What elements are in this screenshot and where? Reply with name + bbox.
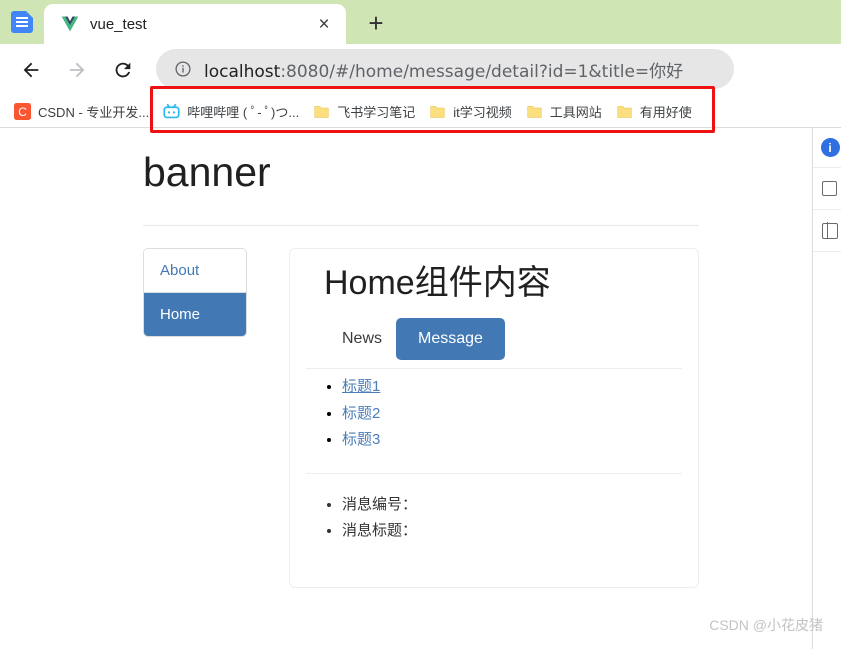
vue-logo-icon [60,14,80,34]
message-link-3[interactable]: 标题3 [342,431,380,448]
bilibili-icon [163,103,180,120]
url-host: localhost [204,61,281,82]
side-panel-split-item[interactable] [813,210,841,252]
url-path: :8080/#/home/message/detail?id=1&title=你… [280,61,684,82]
folder-icon [313,103,330,120]
split-panel-icon [821,221,838,239]
new-tab-button[interactable]: + [358,5,394,41]
content-row: About Home Home组件内容 News Message • 标题1 •… [143,248,699,589]
page-container: banner About Home Home组件内容 News Message … [143,128,699,589]
list-item: 标题2 [342,402,682,427]
bookmark-folder[interactable]: 工具网站 [520,99,610,124]
reload-button[interactable] [105,52,141,88]
side-panel: i [812,128,841,649]
side-panel-square-item[interactable] [813,168,841,210]
address-bar[interactable]: localhost:8080/#/home/message/detail?id=… [156,49,734,89]
watermark: CSDN @小花皮猪 [709,617,823,633]
tabs-divider [306,367,682,369]
list-item: 标题3 [342,428,682,453]
page-title: banner [143,149,271,195]
reload-arrow-icon [115,62,131,78]
back-button[interactable] [13,52,49,88]
bookmark-label: 工具网站 [549,105,602,120]
message-list: 标题1 标题2 标题3 [342,375,682,453]
page-viewport: banner About Home Home组件内容 News Message … [0,128,841,649]
folder-icon [429,103,446,120]
main-content-panel: Home组件内容 News Message 标题1 标题2 [289,248,699,589]
bookmark-label: it学习视频 [453,105,512,120]
sidebar-item-home[interactable]: Home [144,293,246,337]
side-panel-info-item[interactable]: i [813,128,841,168]
bookmark-item[interactable]: 哔哩哔哩 ( ﾟ- ﾟ)つ... [157,99,307,124]
detail-title-row: 消息标题： [342,518,682,544]
web-page: banner About Home Home组件内容 News Message … [0,128,812,649]
bookmark-folder[interactable]: 有用好使 [610,99,700,124]
folder-icon [616,103,633,120]
browser-tab[interactable]: vue_test × [44,4,346,44]
tab-message[interactable]: Message [396,317,505,360]
tab-title: vue_test [90,15,147,33]
banner-divider [143,225,699,227]
bookmark-folder[interactable]: it学习视频 [423,99,520,124]
browser-window: vue_test × + localhost:8080/#/home/messa… [0,0,841,650]
component-tabs: News Message [328,317,682,360]
back-arrow-icon [23,62,39,78]
message-link-2[interactable]: 标题2 [342,405,380,422]
tab-news[interactable]: News [328,322,396,356]
csdn-icon: C [14,103,31,120]
bookmark-label: CSDN - 专业开发... [38,105,150,120]
omnibox-wrapper: localhost:8080/#/home/message/detail?id=… [156,49,833,91]
sidebar-item-about[interactable]: About [144,249,246,294]
bookmark-label: 哔哩哔哩 ( ﾟ- ﾟ)つ... [187,105,300,120]
bookmarks-bar: C CSDN - 专业开发... 哔哩哔哩 ( ﾟ- ﾟ)つ... 飞书学习笔记… [0,96,841,128]
bookmark-label: 飞书学习笔记 [337,105,416,120]
list-item: 标题1 [342,375,682,400]
close-icon[interactable]: × [312,12,336,36]
navigation-toolbar: localhost:8080/#/home/message/detail?id=… [0,44,841,133]
message-detail-list: 消息编号： 消息标题： [342,492,682,545]
nav-list-group: About Home [143,248,247,338]
sidebar-nav: About Home [143,248,247,588]
url-text: localhost:8080/#/home/message/detail?id=… [204,57,683,82]
info-circle-icon[interactable] [174,60,192,78]
message-link-1[interactable]: 标题1 [342,378,380,395]
square-outline-icon [822,181,837,196]
detail-divider [306,473,682,475]
folder-icon [526,103,543,120]
home-component-title: Home组件内容 [324,264,551,303]
tab-strip: vue_test × + [0,0,841,44]
forward-arrow-icon [69,62,85,78]
svg-text:C: C [18,105,27,119]
tab-search-button[interactable] [0,0,44,44]
docs-icon [11,11,33,33]
blue-info-badge-icon: i [820,138,840,157]
detail-id-row: 消息编号： [342,492,682,518]
bookmark-folder[interactable]: 飞书学习笔记 [307,99,423,124]
bookmark-label: 有用好使 [639,105,692,120]
bookmark-item[interactable]: C CSDN - 专业开发... [8,99,157,124]
forward-button[interactable] [59,52,95,88]
